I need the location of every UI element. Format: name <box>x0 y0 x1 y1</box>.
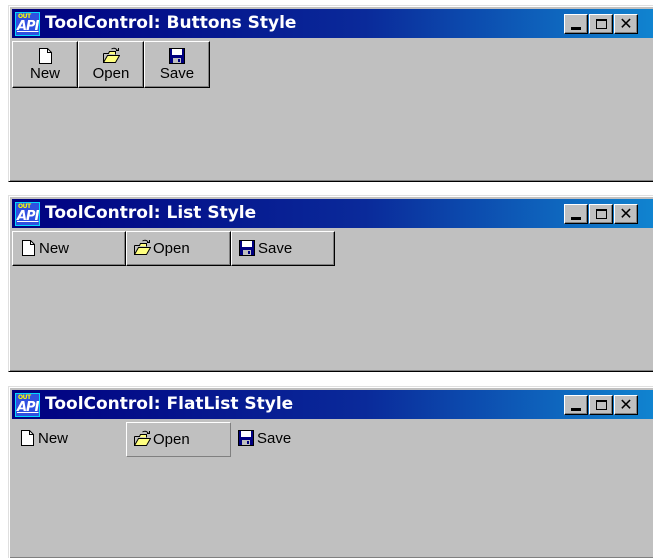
save-label: Save <box>159 65 195 82</box>
app-icon[interactable]: OUT API <box>15 12 40 36</box>
open-label: Open <box>153 240 190 257</box>
new-document-icon <box>39 48 52 64</box>
floppy-disk-icon <box>238 430 254 446</box>
close-button[interactable]: ✕ <box>614 14 638 34</box>
window-list-style: OUT API ToolControl: List Style ✕ New Op… <box>8 195 653 372</box>
title-bar[interactable]: OUT API ToolControl: List Style ✕ <box>12 199 653 228</box>
toolbar-save-button[interactable]: Save <box>231 422 335 457</box>
open-label: Open <box>153 431 190 448</box>
new-document-icon <box>21 430 34 446</box>
new-label: New <box>29 65 60 82</box>
app-icon-text-main: API <box>17 400 39 415</box>
close-icon: ✕ <box>619 394 633 414</box>
toolbar-new-button[interactable]: New <box>12 422 124 457</box>
open-folder-icon <box>103 47 120 63</box>
new-label: New <box>38 430 69 447</box>
floppy-disk-icon <box>169 48 185 64</box>
open-folder-icon <box>134 430 151 446</box>
save-label: Save <box>258 240 293 257</box>
window-flatlist-style: OUT API ToolControl: FlatList Style ✕ Ne… <box>8 386 653 558</box>
open-label: Open <box>92 65 130 82</box>
title-bar[interactable]: OUT API ToolControl: FlatList Style ✕ <box>12 390 653 419</box>
maximize-icon <box>595 400 607 410</box>
toolbar-open-button[interactable]: Open <box>78 41 144 88</box>
window-buttons-style: OUT API ToolControl: Buttons Style ✕ New… <box>8 5 653 182</box>
window-title: ToolControl: Buttons Style <box>45 13 297 33</box>
close-button[interactable]: ✕ <box>614 395 638 415</box>
toolbar-open-button[interactable]: Open <box>126 422 231 457</box>
maximize-button[interactable] <box>589 204 613 224</box>
window-title: ToolControl: FlatList Style <box>45 394 294 414</box>
toolbar-save-button[interactable]: Save <box>144 41 210 88</box>
app-icon[interactable]: OUT API <box>15 393 40 417</box>
title-bar[interactable]: OUT API ToolControl: Buttons Style ✕ <box>12 9 653 38</box>
app-icon-text-main: API <box>17 19 39 34</box>
new-document-icon <box>22 240 35 256</box>
close-button[interactable]: ✕ <box>614 204 638 224</box>
maximize-icon <box>595 19 607 29</box>
toolbar-open-button[interactable]: Open <box>126 231 231 266</box>
minimize-icon <box>571 407 581 411</box>
toolbar-save-button[interactable]: Save <box>231 231 335 266</box>
open-folder-icon <box>134 239 151 255</box>
save-label: Save <box>257 430 292 447</box>
new-label: New <box>39 240 70 257</box>
minimize-icon <box>571 216 581 220</box>
close-icon: ✕ <box>619 203 633 223</box>
toolbar-new-button[interactable]: New <box>12 231 126 266</box>
maximize-icon <box>595 209 607 219</box>
app-icon-text-main: API <box>17 209 39 224</box>
window-title: ToolControl: List Style <box>45 203 257 223</box>
minimize-button[interactable] <box>564 395 588 415</box>
maximize-button[interactable] <box>589 14 613 34</box>
minimize-icon <box>571 26 581 30</box>
toolbar-new-button[interactable]: New <box>12 41 78 88</box>
close-icon: ✕ <box>619 13 633 33</box>
floppy-disk-icon <box>239 240 255 256</box>
minimize-button[interactable] <box>564 14 588 34</box>
minimize-button[interactable] <box>564 204 588 224</box>
maximize-button[interactable] <box>589 395 613 415</box>
app-icon[interactable]: OUT API <box>15 202 40 226</box>
